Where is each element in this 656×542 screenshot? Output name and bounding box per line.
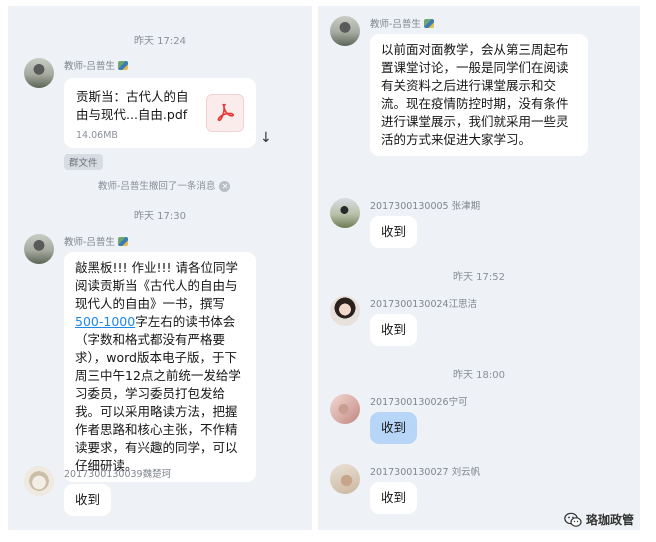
sender-name: 教师-吕普生 <box>64 234 128 248</box>
timestamp: 昨天 17:30 <box>134 211 186 222</box>
sender-name: 2017300130005 张津期 <box>370 201 481 212</box>
download-icon[interactable]: ↓ <box>260 130 272 146</box>
message-bubble[interactable]: 敲黑板!!! 作业!!! 请各位同学阅读贡斯当《古代人的自由与现代人的自由》一书… <box>64 252 256 482</box>
message-bubble[interactable]: 收到 <box>64 484 112 516</box>
avatar[interactable] <box>330 464 360 494</box>
timestamp: 昨天 18:00 <box>453 370 505 381</box>
message-bubble-selected[interactable]: 收到 <box>370 412 418 444</box>
message-bubble[interactable]: 收到 <box>370 216 418 248</box>
timestamp: 昨天 17:52 <box>453 272 505 283</box>
sender-name: 教师-吕普生 <box>370 16 434 30</box>
file-message[interactable]: 贡斯当：古代人的自由与现代...自由.pdf 14.06MB <box>64 78 256 148</box>
sender-name: 2017300130027 刘云帆 <box>370 467 481 478</box>
avatar[interactable] <box>330 198 360 228</box>
sender-name: 2017300130026宁可 <box>370 397 468 408</box>
message-bubble[interactable]: 收到 <box>370 482 418 514</box>
wechat-icon <box>564 512 582 527</box>
role-badge-icon <box>423 19 434 28</box>
message-bubble[interactable]: 收到 <box>370 314 418 346</box>
avatar[interactable] <box>24 234 54 264</box>
file-size: 14.06MB <box>76 130 118 141</box>
avatar[interactable] <box>330 296 360 326</box>
avatar[interactable] <box>24 466 54 496</box>
sender-name: 2017300130024江思洁 <box>370 299 478 310</box>
origin-chip[interactable]: 群文件 <box>64 154 103 170</box>
recall-notice: 教师-吕普生撤回了一条消息 ✕ <box>98 178 231 192</box>
sender-name: 2017300130039魏楚珂 <box>64 469 172 480</box>
file-name: 贡斯当：古代人的自由与现代...自由.pdf <box>76 89 189 122</box>
message-bubble[interactable]: 以前面对面教学，会从第三周起布置课堂讨论，一般是同学们在阅读有关资料之后进行课堂… <box>370 34 588 156</box>
avatar[interactable] <box>330 394 360 424</box>
close-icon[interactable]: ✕ <box>219 181 231 192</box>
timestamp: 昨天 17:24 <box>134 36 186 47</box>
watermark-text: 珞珈政管 <box>585 513 634 527</box>
pdf-icon <box>206 94 244 132</box>
word-count-link[interactable]: 500-1000 <box>75 314 135 329</box>
chat-panel-left: 昨天 17:24 教师-吕普生 贡斯当：古代人的自由与现代...自由.pdf 1… <box>8 6 312 530</box>
avatar[interactable] <box>24 58 54 88</box>
watermark: 珞珈政管 <box>564 511 634 528</box>
role-badge-icon <box>117 237 128 246</box>
avatar[interactable] <box>330 16 360 46</box>
role-badge-icon <box>117 61 128 70</box>
sender-name: 教师-吕普生 <box>64 58 128 72</box>
chat-panel-right: 教师-吕普生 以前面对面教学，会从第三周起布置课堂讨论，一般是同学们在阅读有关资… <box>318 6 640 530</box>
